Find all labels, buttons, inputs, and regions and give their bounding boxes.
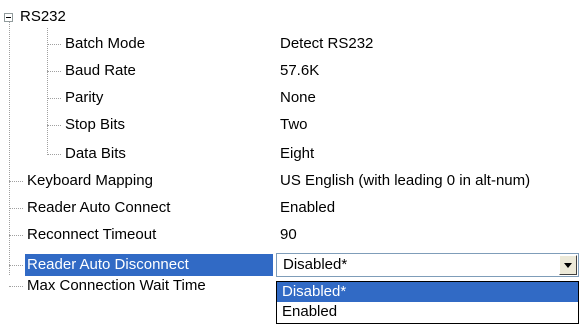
setting-value: Two [280, 116, 308, 133]
tree-branch-line [47, 71, 61, 72]
setting-value: Detect RS232 [280, 35, 374, 52]
tree-branch-line [47, 154, 61, 155]
dropdown-option-disabled[interactable]: Disabled* [277, 282, 578, 302]
setting-value: None [280, 89, 316, 106]
reader-auto-disconnect-dropdown[interactable]: Disabled* [276, 253, 579, 277]
setting-label: Keyboard Mapping [27, 172, 153, 189]
setting-label: Data Bits [65, 145, 126, 162]
collapse-toggle-icon[interactable] [4, 13, 13, 22]
tree-item-data-bits[interactable]: Data Bits Eight [0, 143, 580, 165]
tree-item-max-connection-wait-time[interactable]: Max Connection Wait Time [0, 275, 276, 297]
tree-item-baud-rate[interactable]: Baud Rate 57.6K [0, 60, 580, 82]
tree-branch-line [9, 286, 23, 287]
dropdown-current-value: Disabled* [283, 256, 348, 273]
setting-label-selected: Reader Auto Disconnect [25, 254, 273, 276]
tree-item-stop-bits[interactable]: Stop Bits Two [0, 114, 580, 136]
setting-label: Stop Bits [65, 116, 126, 133]
tree-branch-line [47, 98, 61, 99]
tree-node-rs232[interactable]: RS232 [0, 6, 580, 28]
tree-branch-line [9, 208, 23, 209]
setting-label: Parity [65, 89, 104, 106]
tree-branch-line [9, 235, 23, 236]
setting-value: US English (with leading 0 in alt-num) [280, 172, 531, 189]
tree-item-reader-auto-disconnect[interactable]: Reader Auto Disconnect [0, 254, 276, 276]
setting-label: Max Connection Wait Time [27, 277, 206, 294]
tree-node-label: RS232 [20, 8, 66, 25]
tree-item-parity[interactable]: Parity None [0, 87, 580, 109]
tree-item-reconnect-timeout[interactable]: Reconnect Timeout 90 [0, 224, 580, 246]
setting-label: Reconnect Timeout [27, 226, 157, 243]
dropdown-options-list: Disabled* Enabled [276, 281, 579, 324]
tree-item-keyboard-mapping[interactable]: Keyboard Mapping US English (with leadin… [0, 170, 580, 192]
tree-branch-line [47, 125, 61, 126]
tree-branch-line [9, 181, 23, 182]
setting-value: Eight [280, 145, 315, 162]
dropdown-toggle-button[interactable] [559, 255, 577, 275]
tree-item-batch-mode[interactable]: Batch Mode Detect RS232 [0, 33, 580, 55]
setting-value: 90 [280, 226, 297, 243]
chevron-down-icon [564, 263, 572, 268]
setting-value: Enabled [280, 199, 336, 216]
dropdown-option-enabled[interactable]: Enabled [277, 302, 578, 322]
tree-item-reader-auto-connect[interactable]: Reader Auto Connect Enabled [0, 197, 580, 219]
setting-value: 57.6K [280, 62, 320, 79]
setting-label: Reader Auto Connect [27, 199, 171, 216]
setting-label: Batch Mode [65, 35, 146, 52]
setting-label: Baud Rate [65, 62, 136, 79]
tree-branch-line [47, 44, 61, 45]
tree-branch-line [9, 265, 23, 266]
